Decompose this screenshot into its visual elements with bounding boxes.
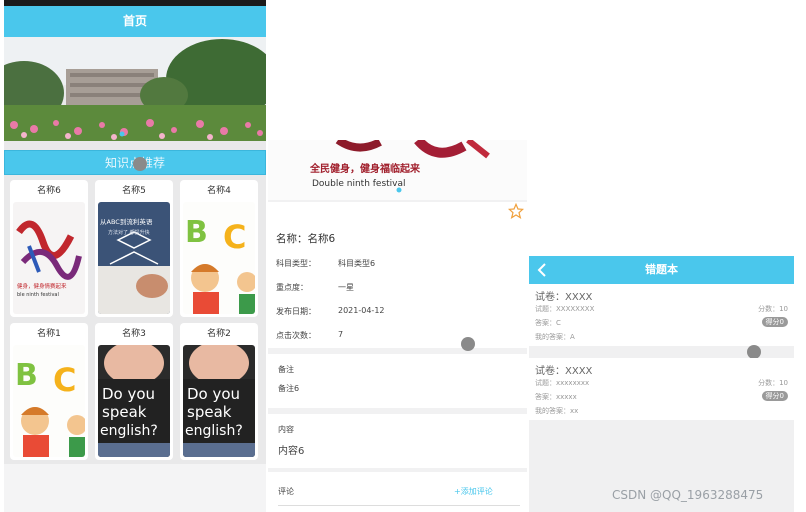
field-value: 科目类型6 [338, 259, 376, 268]
svg-text:健身，健身情赛起来: 健身，健身情赛起来 [17, 282, 67, 290]
name-value: 名称6 [307, 233, 336, 245]
knowledge-card[interactable]: 名称2 Do you speak english? [180, 323, 258, 460]
svg-text:C: C [223, 218, 246, 256]
svg-text:english?: english? [100, 423, 158, 439]
record-my-answer: 我的答案：xx [535, 407, 579, 415]
carousel-indicator[interactable] [119, 131, 125, 137]
svg-text:english?: english? [185, 423, 243, 439]
card-image: B C [183, 202, 255, 314]
field-label: 科目类型： [276, 259, 316, 268]
record-question: 试题：xxxxxxxx [535, 379, 590, 387]
field-label: 重点度： [276, 283, 308, 292]
wrongbook-screen: 错题本 试卷：XXXX 试题：XXXXXXXX 答案：C 我的答案：A 分数：1… [529, 256, 794, 512]
content-label: 内容 [278, 425, 294, 434]
content-value: 内容6 [278, 446, 305, 457]
favorite-star-icon[interactable] [507, 202, 525, 223]
detail-info-panel [268, 202, 527, 348]
remark-section: 备注 备注6 [268, 354, 527, 408]
add-comment-button[interactable]: +添加评论 [454, 486, 493, 497]
card-name: 名称5 [122, 186, 146, 196]
home-header: 首页 [4, 6, 266, 37]
svg-text:全民健身，健身福临起来: 全民健身，健身福临起来 [309, 162, 421, 175]
card-name: 名称3 [122, 329, 146, 339]
svg-text:从ABC到流利英语: 从ABC到流利英语 [100, 217, 153, 226]
wrongbook-header: 错题本 [529, 256, 794, 284]
card-name: 名称6 [37, 186, 61, 196]
comment-section: 评论 +添加评论 [268, 472, 527, 512]
record-badge: 得分0 [761, 391, 788, 401]
svg-text:speak: speak [102, 403, 147, 421]
knowledge-card[interactable]: 名称4 B C [180, 180, 258, 317]
record-paper: 试卷：XXXX [535, 366, 593, 377]
touch-indicator [133, 157, 147, 171]
card-name: 名称1 [37, 329, 61, 339]
record-badge: 得分0 [761, 317, 788, 327]
carousel-indicator[interactable] [396, 187, 402, 193]
field-label: 点击次数： [276, 331, 316, 340]
field-label: 发布日期： [276, 307, 316, 316]
content-section: 内容 内容6 [268, 414, 527, 468]
svg-text:方法对了 都提升快: 方法对了 都提升快 [108, 229, 150, 236]
card-name: 名称2 [207, 329, 231, 339]
svg-text:speak: speak [187, 403, 232, 421]
home-screen: 首页 知识点推荐 名称6 [4, 0, 266, 512]
card-image: Do you speak english? [183, 345, 255, 457]
divider [278, 505, 520, 506]
svg-text:Double ninth festival: Double ninth festival [312, 179, 406, 189]
banner-image [4, 37, 266, 141]
bottom-area [4, 464, 266, 512]
touch-indicator [461, 337, 475, 351]
field-value: 2021-04-12 [338, 306, 385, 315]
record-score: 分数：10 [758, 379, 788, 387]
wrong-record[interactable]: 试卷：XXXX 试题：XXXXXXXX 答案：C 我的答案：A 分数：10 得分… [529, 284, 794, 346]
back-chevron-left-icon[interactable] [537, 262, 547, 282]
detail-name: 名称：名称6 [276, 231, 335, 246]
knowledge-card[interactable]: 名称1 B C [10, 323, 88, 460]
field-value: 一星 [338, 283, 354, 292]
svg-text:B: B [15, 358, 38, 393]
card-name: 名称4 [207, 186, 231, 196]
knowledge-card[interactable]: 名称3 Do you speak english? [95, 323, 173, 460]
card-image: 从ABC到流利英语 方法对了 都提升快 [98, 202, 170, 314]
card-image: B C [13, 345, 85, 457]
record-answer: 答案：C [535, 319, 561, 327]
banner-carousel[interactable] [4, 37, 266, 141]
record-answer: 答案：xxxxx [535, 393, 577, 401]
watermark: CSDN @QQ_1963288475 [612, 488, 764, 502]
svg-text:Do you: Do you [187, 385, 240, 403]
name-label: 名称： [276, 233, 308, 245]
svg-text:B: B [185, 215, 208, 250]
knowledge-card[interactable]: 名称5 从ABC到流利英语 方法对了 都提升快 [95, 180, 173, 317]
remark-value: 备注6 [278, 384, 300, 393]
touch-indicator [747, 345, 761, 359]
field-value: 7 [338, 330, 344, 339]
card-image: Do you speak english? [98, 345, 170, 457]
comment-label: 评论 [278, 487, 294, 496]
detail-hero-image: 全民健身，健身福临起来 Double ninth festival [268, 140, 527, 200]
record-question: 试题：XXXXXXXX [535, 305, 595, 313]
card-image: 健身，健身情赛起来 ble ninth festival [13, 202, 85, 314]
svg-text:ble ninth festival: ble ninth festival [17, 292, 59, 298]
record-my-answer: 我的答案：A [535, 333, 575, 341]
svg-text:Do you: Do you [102, 385, 155, 403]
record-paper: 试卷：XXXX [535, 292, 593, 303]
wrongbook-title: 错题本 [645, 263, 678, 276]
svg-text:C: C [53, 361, 76, 399]
remark-label: 备注 [278, 365, 294, 374]
detail-screen: 全民健身，健身福临起来 Double ninth festival 名称：名称6… [268, 140, 527, 512]
record-score: 分数：10 [758, 305, 788, 313]
knowledge-card[interactable]: 名称6 健身，健身情赛起来 ble ninth festival [10, 180, 88, 317]
wrong-record[interactable]: 试卷：XXXX 试题：xxxxxxxx 答案：xxxxx 我的答案：xx 分数：… [529, 358, 794, 420]
